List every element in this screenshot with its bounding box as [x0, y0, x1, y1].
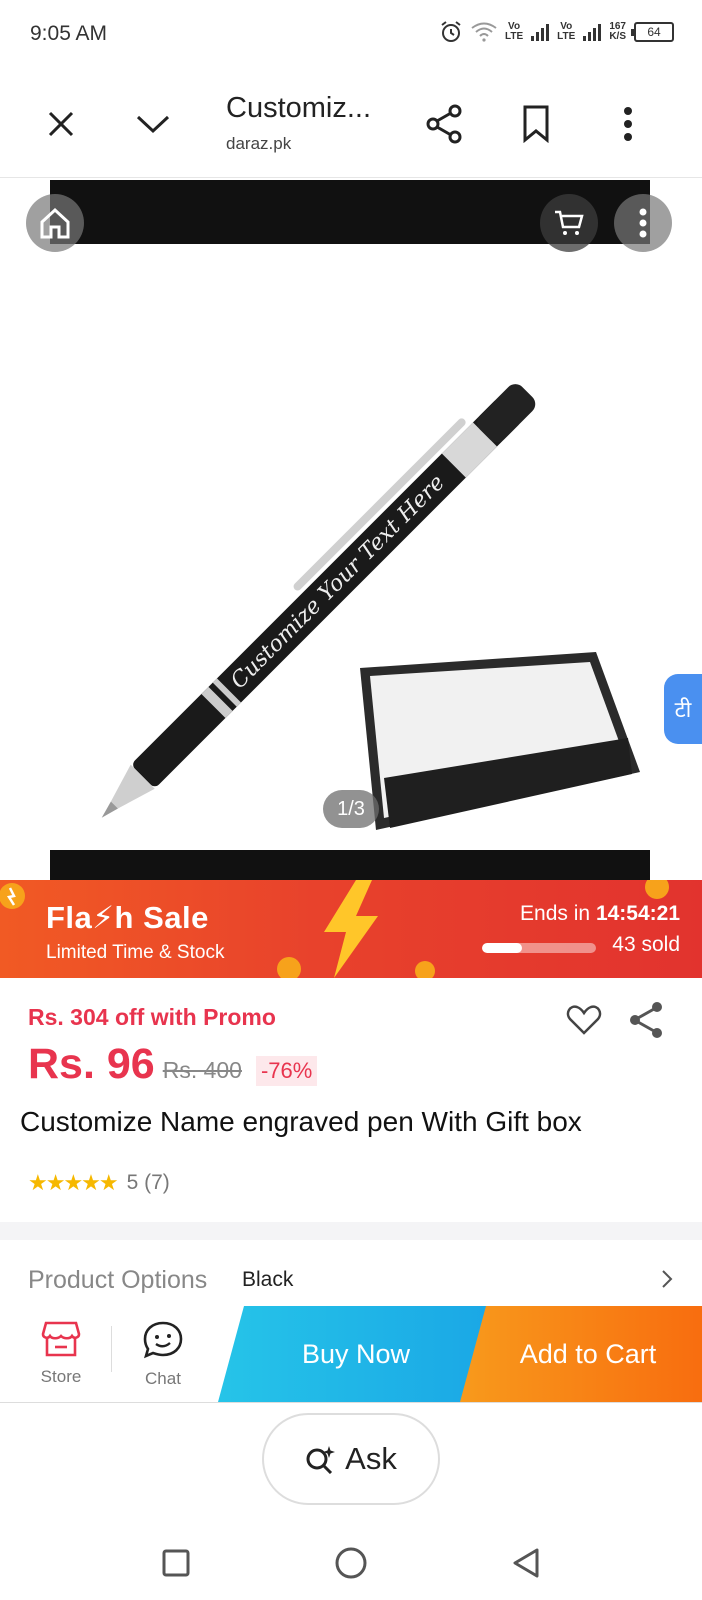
share-button[interactable]	[416, 96, 472, 152]
volte-indicator-1: Vo LTE	[505, 21, 524, 42]
signal-icon-2	[583, 23, 602, 41]
store-label: Store	[40, 1367, 82, 1386]
ai-search-icon	[306, 1446, 336, 1474]
chevron-right-icon	[662, 1270, 673, 1288]
alarm-icon	[441, 21, 461, 42]
product-title: Customize Name engraved pen With Gift bo…	[20, 1106, 582, 1137]
store-button[interactable]: Store	[21, 1320, 101, 1387]
cart-button[interactable]	[540, 194, 598, 252]
cart-icon	[555, 210, 584, 235]
share-icon	[426, 104, 462, 144]
close-button[interactable]	[33, 96, 89, 152]
chevron-down-icon	[136, 115, 170, 134]
page-title: Customiz...	[226, 92, 372, 124]
buy-now-label: Buy Now	[301, 1338, 411, 1369]
product-options-value: Black	[242, 1268, 294, 1291]
chat-icon	[143, 1321, 183, 1359]
alarm-clock-icon	[645, 880, 669, 899]
buy-now-button[interactable]: Buy Now	[218, 1306, 494, 1402]
lightning-icon	[324, 880, 378, 978]
share-icon	[630, 1002, 662, 1038]
circle-icon	[335, 1547, 367, 1579]
price-row: Rs. 96 Rs. 400 -76%	[28, 1040, 318, 1089]
action-separator	[111, 1326, 112, 1372]
flash-sale-sold: 43 sold	[612, 933, 680, 956]
flash-sale-progress-fill	[482, 943, 522, 953]
alarm-clock-icon	[277, 957, 301, 978]
volte-indicator-2: Vo LTE	[557, 21, 576, 42]
pen-product-image: Customize Your Text Here	[101, 384, 640, 830]
product-options-row[interactable]: Product Options Black	[28, 1262, 674, 1302]
flash-sale-subtitle: Limited Time & Stock	[46, 942, 225, 963]
translate-label: टी	[674, 697, 692, 722]
more-vertical-icon	[639, 208, 647, 238]
product-options-label: Product Options	[28, 1266, 208, 1294]
wishlist-button[interactable]	[564, 1000, 604, 1040]
add-to-cart-label: Add to Cart	[519, 1338, 657, 1369]
alarm-clock-icon	[415, 961, 435, 978]
product-action-bar: Store Chat Buy Now Add to Cart	[0, 1306, 702, 1402]
ask-label: Ask	[345, 1441, 397, 1476]
wifi-icon	[471, 22, 497, 42]
add-to-cart-button[interactable]: Add to Cart	[460, 1306, 702, 1402]
signal-icon-1	[531, 23, 550, 41]
alarm-clock-icon	[0, 883, 25, 909]
browser-toolbar: Customiz... daraz.pk	[0, 72, 702, 178]
promo-text[interactable]: Rs. 304 off with Promo	[28, 1004, 276, 1031]
product-image-gallery[interactable]: Customize Your Text Here 1/3 टी	[0, 178, 702, 880]
home-nav-button[interactable]	[326, 1538, 376, 1588]
section-divider	[0, 1222, 702, 1240]
flash-sale-progress	[482, 943, 596, 953]
flash-sale-countdown: Ends in 14:54:21	[520, 902, 680, 925]
rating[interactable]: ★★★★★ 5 (7)	[28, 1170, 170, 1196]
current-price: Rs. 96	[28, 1040, 155, 1088]
more-vertical-icon	[624, 107, 632, 141]
square-icon	[162, 1549, 190, 1577]
network-speed: 167 K/S	[609, 21, 626, 42]
bookmark-button[interactable]	[508, 96, 564, 152]
flash-sale-banner[interactable]: Fla⚡h Sale Limited Time & Stock Ends in …	[0, 880, 702, 978]
pen-engraving-text: Customize Your Text Here	[226, 470, 450, 694]
home-button[interactable]	[26, 194, 84, 252]
close-icon	[48, 111, 74, 137]
product-share-button[interactable]	[626, 1000, 666, 1040]
status-bar: 9:05 AM Vo LTE Vo LTE 167 K/S 64	[0, 0, 702, 72]
original-price: Rs. 400	[162, 1057, 242, 1083]
status-time: 9:05 AM	[30, 22, 108, 45]
battery-icon: 64	[631, 22, 674, 42]
flash-sale-title: Fla⚡h Sale	[46, 900, 209, 935]
ask-button[interactable]: Ask	[262, 1413, 440, 1505]
gallery-more-button[interactable]	[614, 194, 672, 252]
triangle-back-icon	[513, 1548, 539, 1578]
recents-button[interactable]	[151, 1538, 201, 1588]
bookmark-icon	[523, 105, 549, 143]
store-icon	[41, 1321, 81, 1357]
page-url: daraz.pk	[226, 134, 292, 153]
rating-text: 5 (7)	[126, 1171, 170, 1194]
divider	[0, 1402, 702, 1403]
image-counter: 1/3	[323, 790, 379, 828]
discount-badge: -76%	[255, 1056, 318, 1086]
battery-level: 64	[647, 25, 661, 39]
chat-button[interactable]: Chat	[123, 1320, 203, 1389]
system-navigation-bar	[0, 1528, 702, 1600]
heart-icon	[566, 1005, 602, 1035]
translate-button[interactable]: टी	[664, 674, 702, 744]
home-icon	[40, 207, 70, 239]
chat-label: Chat	[145, 1369, 181, 1388]
more-options-button[interactable]	[600, 96, 656, 152]
back-button[interactable]	[501, 1538, 551, 1588]
status-icons: Vo LTE Vo LTE 167 K/S 64	[439, 20, 674, 44]
collapse-button[interactable]	[125, 96, 181, 152]
star-rating-icon: ★★★★★	[28, 1170, 119, 1195]
